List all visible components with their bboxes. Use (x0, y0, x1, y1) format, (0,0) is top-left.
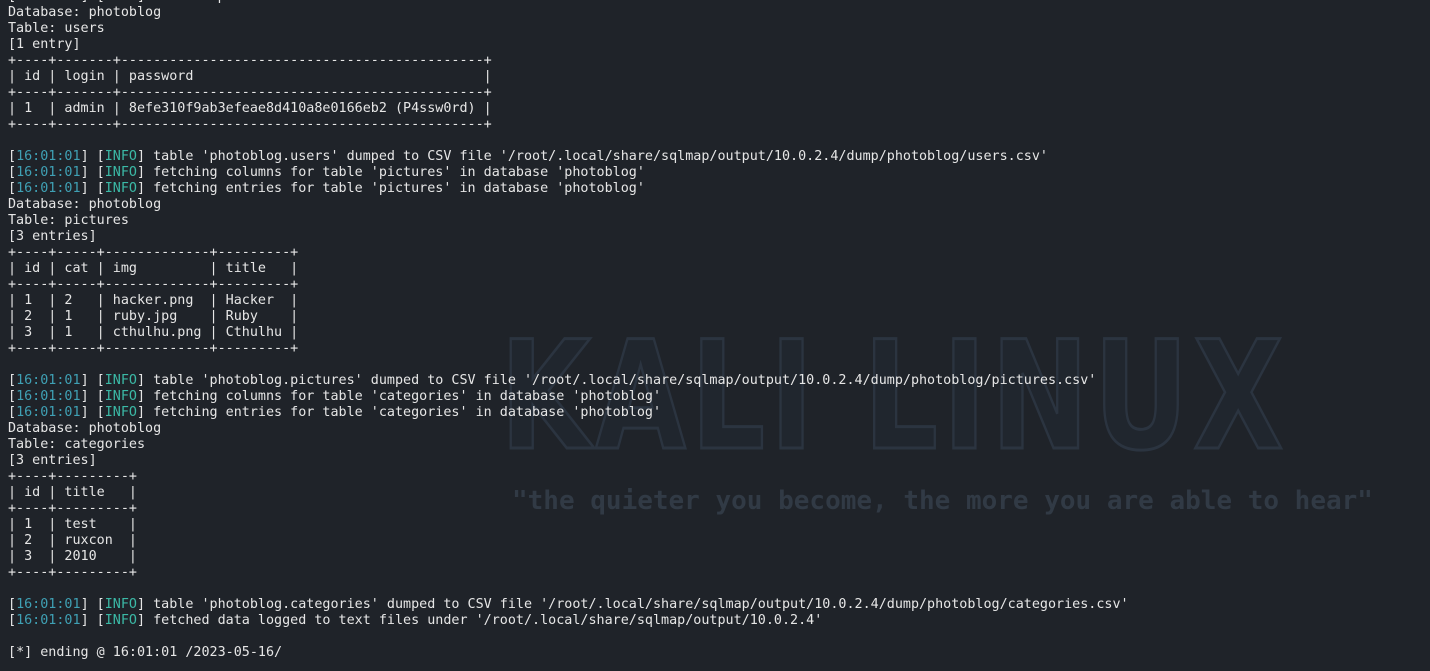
terminal-line: [16:01:01] [INFO] fetching entries for t… (8, 181, 645, 196)
output-text: +----+---------+ (8, 565, 137, 580)
output-text: +----+---------+ (8, 469, 137, 484)
log-timestamp: 16:01:01 (16, 181, 81, 196)
output-text: | 3 | 1 | cthulhu.png | Cthulhu | (8, 325, 299, 340)
terminal-line: | id | title | (8, 485, 1129, 501)
terminal-line: | 3 | 2010 | (8, 549, 1129, 565)
terminal-line: [16:01:01] [INFO] fetching entries for t… (8, 405, 662, 420)
output-text: | 1 | test | (8, 517, 137, 532)
terminal-line: [16:01:01] [INFO] fetched data logged to… (8, 613, 823, 628)
log-level: INFO (104, 597, 137, 612)
log-timestamp: 16:01:01 (16, 597, 81, 612)
log-level: INFO (104, 149, 137, 164)
output-text: | 2 | 1 | ruby.jpg | Ruby | (8, 309, 299, 324)
terminal-line: Database: photoblog (8, 421, 1129, 437)
end-message: ending @ 16:01:01 /2023-05-16/ (32, 645, 283, 660)
terminal-line: [16:01:01] [INFO] fetching columns for t… (8, 389, 662, 404)
log-message: fetched data logged to text files under … (145, 613, 823, 628)
output-text: +----+-------+--------------------------… (8, 85, 492, 100)
terminal-line: | 1 | test | (8, 517, 1129, 533)
terminal-line: | id | cat | img | title | (8, 261, 1129, 277)
log-message: fetching entries for table 'categories' … (145, 405, 662, 420)
terminal-line: | 2 | ruxcon | (8, 533, 1129, 549)
log-message: fetching entries for table 'pictures' in… (145, 181, 645, 196)
log-message: cracked password 'P4ssw0rd' for hash '8e… (145, 0, 862, 4)
terminal-line: [1 entry] (8, 37, 1129, 53)
output-text: [3 entries] (8, 453, 97, 468)
terminal-line: [16:01:01] [INFO] table 'photoblog.users… (8, 149, 1048, 164)
output-text: +----+-----+-------------+---------+ (8, 341, 299, 356)
output-text: Table: users (8, 21, 105, 36)
terminal-line: | 2 | 1 | ruby.jpg | Ruby | (8, 309, 1129, 325)
output-text: +----+-----+-------------+---------+ (8, 277, 299, 292)
output-text: | 1 | 2 | hacker.png | Hacker | (8, 293, 299, 308)
terminal-line: +----+-------+--------------------------… (8, 117, 1129, 133)
terminal-line: Database: photoblog (8, 197, 1129, 213)
output-text: [3 entries] (8, 229, 97, 244)
terminal-line: [16:01:01] [INFO] fetching columns for t… (8, 165, 645, 180)
output-text: Table: categories (8, 437, 146, 452)
terminal-line: Table: pictures (8, 213, 1129, 229)
terminal-line: | 1 | admin | 8efe310f9ab3efeae8d410a8e0… (8, 101, 1129, 117)
output-text: Table: pictures (8, 213, 129, 228)
terminal-line: +----+-----+-------------+---------+ (8, 277, 1129, 293)
terminal-line: +----+---------+ (8, 501, 1129, 517)
output-text: +----+-------+--------------------------… (8, 53, 492, 68)
log-message: table 'photoblog.users' dumped to CSV fi… (145, 149, 1048, 164)
log-timestamp: 16:01:01 (16, 0, 81, 4)
log-timestamp: 16:01:01 (16, 165, 81, 180)
log-level: INFO (104, 373, 137, 388)
output-text: [1 entry] (8, 37, 81, 52)
log-timestamp: 16:01:01 (16, 405, 81, 420)
output-text: | 1 | admin | 8efe310f9ab3efeae8d410a8e0… (8, 101, 492, 116)
terminal-line: | 3 | 1 | cthulhu.png | Cthulhu | (8, 325, 1129, 341)
terminal-line: | id | login | password | (8, 69, 1129, 85)
log-level: INFO (104, 389, 137, 404)
terminal-line: Table: users (8, 21, 1129, 37)
terminal-line: | 1 | 2 | hacker.png | Hacker | (8, 293, 1129, 309)
output-text: +----+-------+--------------------------… (8, 117, 492, 132)
terminal-line: +----+-----+-------------+---------+ (8, 245, 1129, 261)
output-text: +----+-----+-------------+---------+ (8, 245, 299, 260)
output-text: | 2 | ruxcon | (8, 533, 137, 548)
terminal-line: [16:01:01] [INFO] table 'photoblog.pictu… (8, 373, 1097, 388)
terminal-line: [3 entries] (8, 229, 1129, 245)
log-timestamp: 16:01:01 (16, 613, 81, 628)
terminal-output: [16:01:01] [INFO] cracked password 'P4ss… (8, 0, 1129, 661)
output-text: | id | login | password | (8, 69, 492, 84)
terminal-line: [16:01:01] [INFO] table 'photoblog.categ… (8, 597, 1129, 612)
output-text: | 3 | 2010 | (8, 549, 137, 564)
terminal-line: [*] ending @ 16:01:01 /2023-05-16/ (8, 645, 283, 660)
log-message: fetching columns for table 'pictures' in… (145, 165, 645, 180)
terminal-line: +----+-------+--------------------------… (8, 85, 1129, 101)
terminal-line: +----+-----+-------------+---------+ (8, 341, 1129, 357)
log-timestamp: 16:01:01 (16, 389, 81, 404)
output-text: Database: photoblog (8, 5, 162, 20)
output-text: +----+---------+ (8, 501, 137, 516)
terminal-line: Table: categories (8, 437, 1129, 453)
terminal-line: +----+---------+ (8, 565, 1129, 581)
terminal-line: [3 entries] (8, 453, 1129, 469)
log-level: INFO (104, 165, 137, 180)
log-level: INFO (104, 181, 137, 196)
log-message: table 'photoblog.categories' dumped to C… (145, 597, 1129, 612)
log-message: table 'photoblog.pictures' dumped to CSV… (145, 373, 1097, 388)
log-message: fetching columns for table 'categories' … (145, 389, 662, 404)
log-timestamp: 16:01:01 (16, 149, 81, 164)
output-text: | id | title | (8, 485, 137, 500)
terminal-line: +----+-------+--------------------------… (8, 53, 1129, 69)
output-text: Database: photoblog (8, 197, 162, 212)
output-text: | id | cat | img | title | (8, 261, 299, 276)
output-text: Database: photoblog (8, 421, 162, 436)
end-marker: * (16, 645, 25, 660)
log-level: INFO (104, 613, 137, 628)
terminal-line: Database: photoblog (8, 5, 1129, 21)
terminal-line: +----+---------+ (8, 469, 1129, 485)
log-level: INFO (104, 405, 137, 420)
log-level: INFO (105, 0, 137, 4)
log-timestamp: 16:01:01 (16, 373, 81, 388)
